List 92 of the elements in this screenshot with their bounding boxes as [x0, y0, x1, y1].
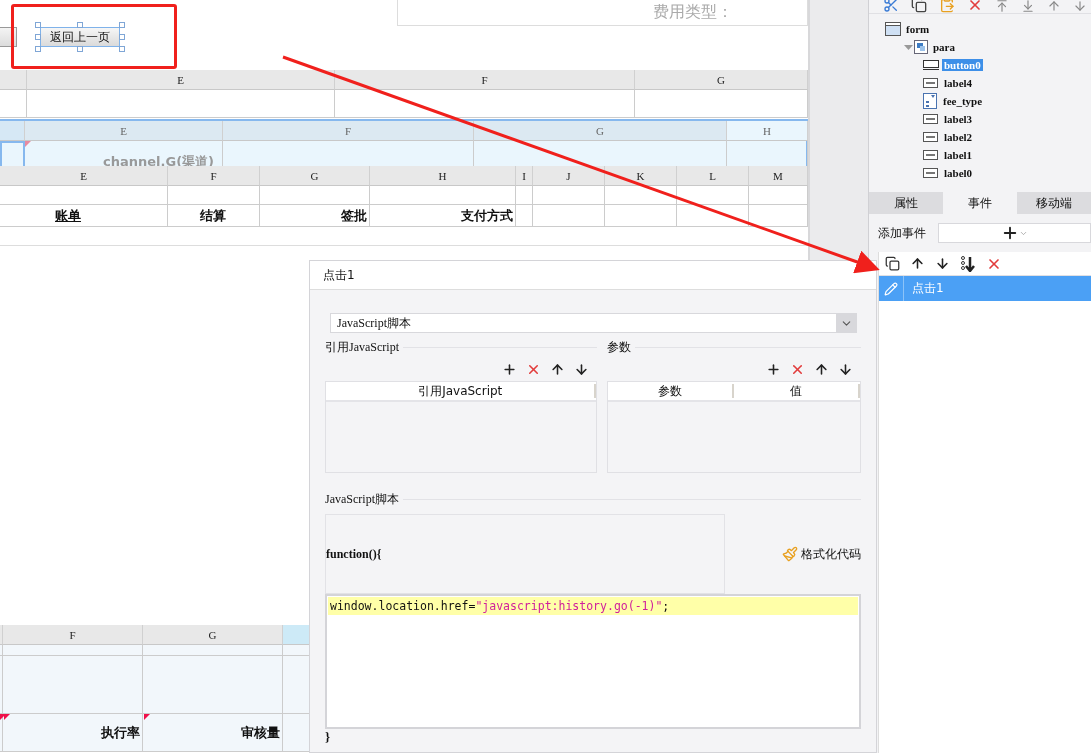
tree-item[interactable]: label2: [942, 131, 975, 143]
function-header: function(){: [325, 514, 725, 594]
move-to-bottom-icon[interactable]: [960, 255, 976, 272]
back-button[interactable]: 返回上一页: [40, 27, 120, 47]
column-header: F: [168, 166, 260, 186]
column-header: F: [335, 70, 635, 90]
table-cell: [533, 205, 605, 227]
section-title: JavaScript脚本: [325, 491, 861, 508]
column-header: G: [635, 70, 808, 90]
table-cell: [605, 205, 677, 227]
resize-handle[interactable]: [77, 22, 83, 28]
label-icon: [923, 114, 938, 124]
filter-label: 费用类型：: [653, 1, 733, 23]
cell-text: 审核量: [241, 723, 280, 742]
tree-item[interactable]: para: [931, 41, 957, 53]
column-header: G: [143, 625, 283, 645]
corner-header: [0, 121, 25, 141]
label-icon: [923, 168, 938, 178]
column-header: G: [260, 166, 370, 186]
move-up-icon[interactable]: [550, 362, 566, 377]
table-cell: [605, 186, 677, 205]
column-header: I: [516, 166, 533, 186]
add-event-label: 添加事件: [878, 224, 926, 242]
column-header: E: [27, 70, 335, 90]
add-icon[interactable]: [502, 362, 518, 377]
cell-text: 签批: [341, 206, 367, 225]
column-header: G: [474, 121, 727, 141]
comment-marker: [144, 714, 150, 720]
table-header: 引用JavaScript: [326, 384, 597, 398]
closing-brace: }: [325, 729, 332, 745]
table-header: 参数: [608, 384, 735, 398]
label-icon: [923, 132, 938, 142]
tree-item[interactable]: label1: [942, 149, 975, 161]
delete-icon[interactable]: [967, 0, 983, 13]
move-up-icon[interactable]: [910, 256, 925, 271]
label-icon: [923, 78, 938, 88]
tree-item[interactable]: label3: [942, 113, 975, 125]
tree-item[interactable]: label4: [942, 77, 975, 89]
button-icon: [923, 60, 939, 70]
column-header: F: [3, 625, 143, 645]
tree-item[interactable]: label0: [942, 167, 975, 179]
move-top-icon[interactable]: [995, 0, 1009, 13]
pencil-icon[interactable]: [884, 281, 898, 296]
tree-item[interactable]: fee_type: [941, 95, 985, 107]
resize-handle[interactable]: [77, 46, 83, 52]
column-header: M: [749, 166, 808, 186]
move-down-icon[interactable]: [838, 362, 853, 377]
column-header: K: [605, 166, 677, 186]
cell-text: 账单: [55, 206, 81, 225]
tree-item[interactable]: form: [904, 23, 932, 35]
table-cell: [677, 186, 749, 205]
table-cell: [516, 186, 533, 205]
script-type-select[interactable]: JavaScript脚本: [330, 313, 857, 333]
table-cell: [533, 186, 605, 205]
column-header: E: [25, 121, 223, 141]
add-icon[interactable]: [766, 362, 781, 377]
cell-text: 执行率: [101, 723, 140, 742]
column-header: L: [677, 166, 749, 186]
column-header: H: [370, 166, 516, 186]
comment-marker: [25, 141, 31, 147]
corner-header: [0, 70, 27, 90]
delete-icon[interactable]: [790, 362, 805, 377]
section-title: 参数: [607, 339, 861, 356]
dialog-title: 点击1: [310, 261, 876, 290]
copy-icon[interactable]: [911, 0, 927, 13]
section-title: 引用JavaScript: [325, 339, 598, 356]
table-cell: [677, 205, 749, 227]
plus-icon: [1001, 224, 1019, 242]
column-header: J: [533, 166, 605, 186]
cell-text: 结算: [199, 206, 226, 225]
expanded-triangle-icon[interactable]: [904, 42, 914, 52]
format-code-button[interactable]: 格式化代码: [782, 545, 861, 563]
column-header: F: [223, 121, 474, 141]
cell-text: 支付方式: [461, 206, 513, 225]
column-header: E: [0, 166, 168, 186]
paste-icon[interactable]: [939, 0, 955, 13]
move-up-icon[interactable]: [814, 362, 829, 377]
code-editor[interactable]: window.location.href="javascript:history.go(-1)";: [325, 594, 861, 729]
brush-icon: [782, 546, 798, 562]
panel-icon: [914, 40, 928, 54]
table-header: 值: [734, 384, 860, 398]
label-icon: [923, 150, 938, 160]
move-bottom-icon[interactable]: [1021, 0, 1035, 13]
move-down-icon[interactable]: [574, 362, 590, 377]
column-header: H: [727, 121, 808, 141]
move-down-icon[interactable]: [935, 256, 950, 271]
tab[interactable]: 移动端: [1017, 192, 1091, 214]
copy-icon[interactable]: [885, 256, 900, 271]
cut-icon[interactable]: [883, 0, 899, 13]
tab[interactable]: 属性: [869, 192, 943, 214]
combo-icon: [923, 93, 937, 109]
form-icon: [885, 22, 901, 36]
